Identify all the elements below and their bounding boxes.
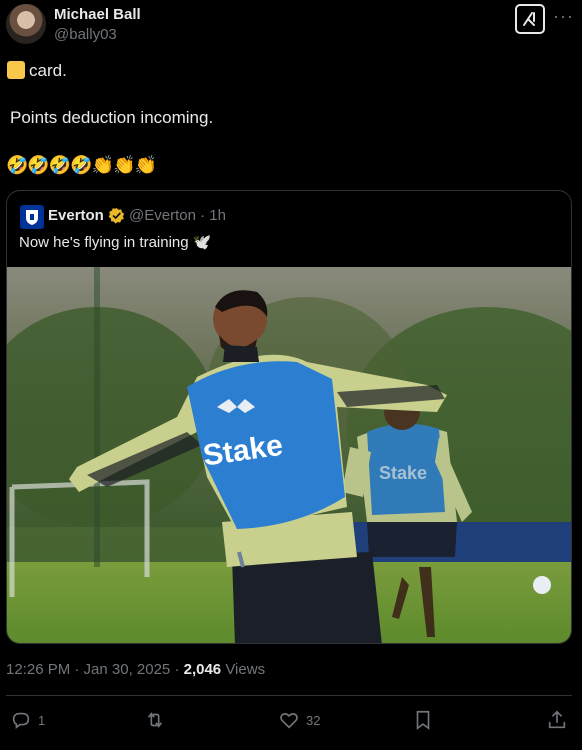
reply-icon: [12, 712, 30, 729]
more-icon[interactable]: ···: [553, 6, 574, 27]
bookmark-button[interactable]: [412, 708, 434, 732]
post-line2: Points deduction incoming.: [10, 108, 214, 127]
post-meta: 12:26 PM · Jan 30, 2025 · 2,046 Views: [6, 661, 265, 678]
views-label: Views: [221, 661, 266, 678]
quote-text: Now he's flying in training 🕊️: [19, 234, 212, 251]
views-count: 2,046: [183, 661, 222, 678]
post-line-card: card.: [7, 60, 67, 82]
post-emojis: 🤣🤣🤣🤣👏👏👏: [6, 155, 157, 175]
svg-text:Stake: Stake: [379, 463, 427, 483]
yellow-card-emoji: [7, 61, 25, 79]
quote-handle-time[interactable]: @Everton · 1h: [129, 207, 226, 224]
share-icon: [548, 710, 566, 729]
everton-avatar[interactable]: [20, 205, 44, 229]
repost-icon: [147, 712, 163, 728]
like-count: 32: [306, 712, 321, 728]
divider: [6, 695, 572, 696]
author-handle[interactable]: @bally03: [54, 26, 117, 43]
post-header: Michael Ball @bally03 ···: [0, 0, 582, 50]
repost-button[interactable]: [144, 708, 166, 732]
avatar[interactable]: [6, 4, 46, 44]
grok-icon: [523, 12, 535, 26]
share-button[interactable]: [546, 708, 568, 732]
post-line1: card.: [29, 61, 67, 80]
reply-count: 1: [38, 712, 46, 728]
like-button[interactable]: 32: [278, 708, 320, 732]
verified-badge-icon: [108, 207, 125, 224]
post-timestamp[interactable]: 12:26 PM · Jan 30, 2025 ·: [6, 661, 184, 678]
bookmark-icon: [416, 710, 430, 730]
author-name[interactable]: Michael Ball: [54, 6, 141, 23]
like-icon: [280, 713, 298, 729]
grok-button[interactable]: [515, 4, 545, 34]
quoted-post[interactable]: Everton @Everton · 1h Now he's flying in…: [6, 190, 572, 644]
training-photo[interactable]: Stake Stake: [7, 267, 572, 644]
quote-author-name[interactable]: Everton: [48, 207, 104, 224]
reply-button[interactable]: 1: [10, 708, 45, 732]
